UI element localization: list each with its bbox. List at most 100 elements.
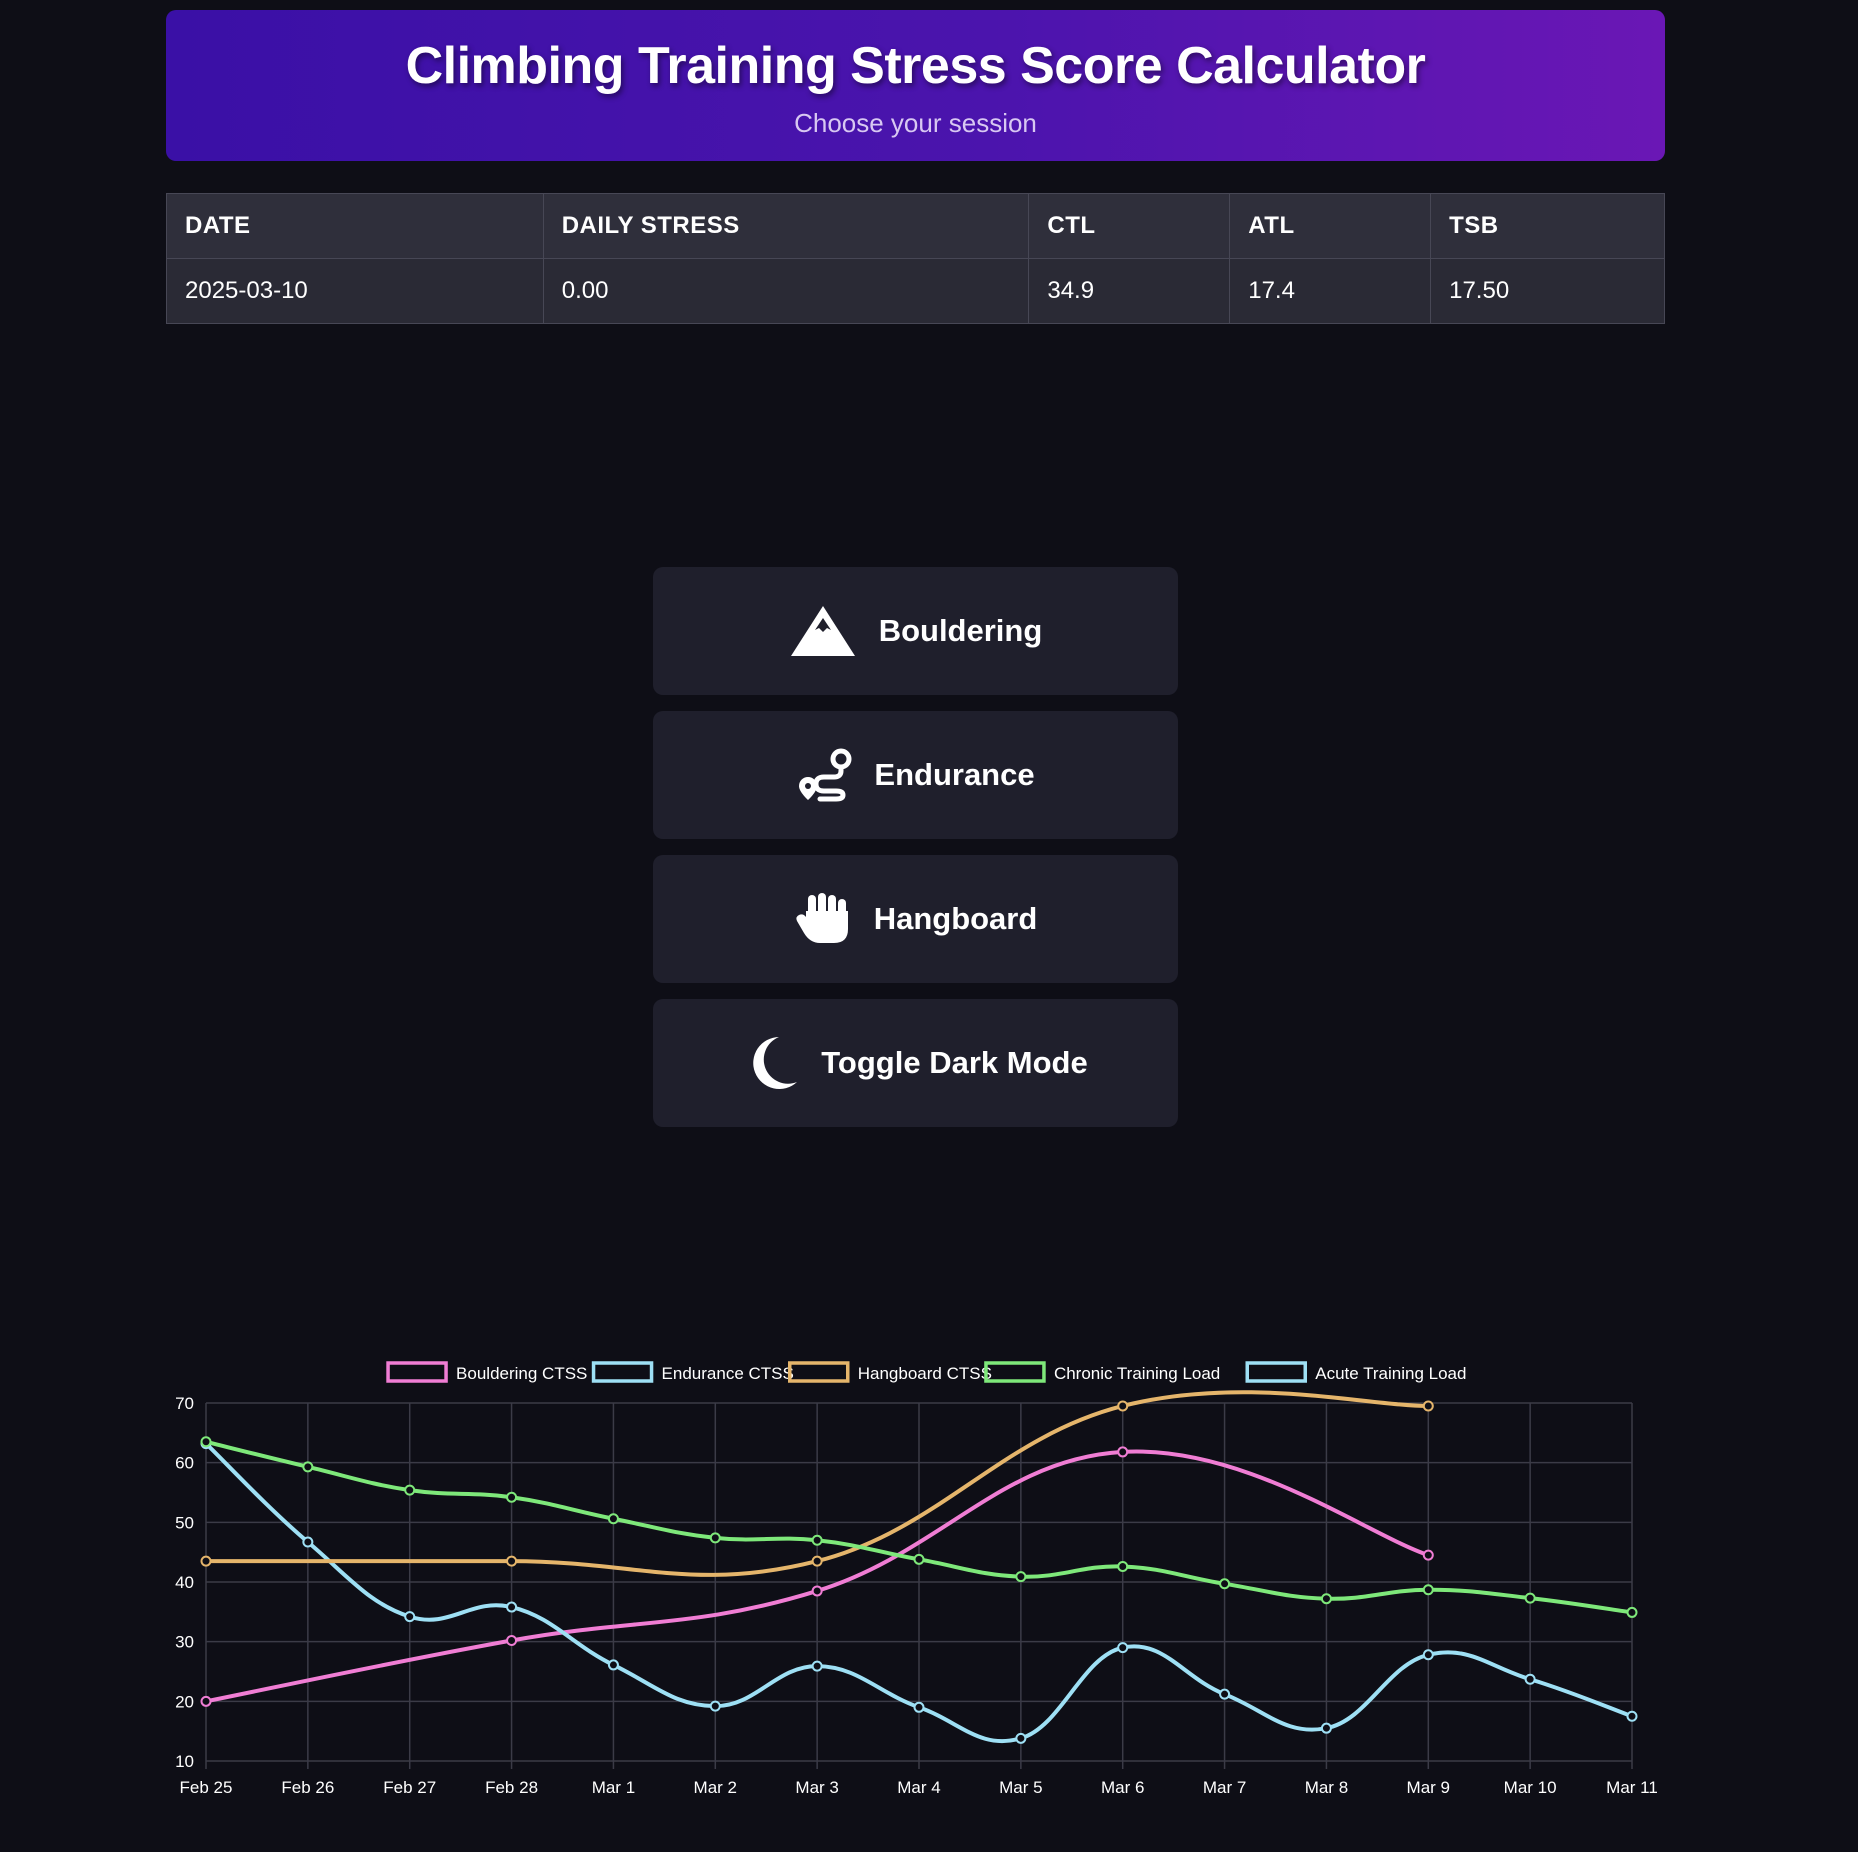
y-tick-label: 40 bbox=[175, 1573, 194, 1592]
session-buttons: Bouldering Endurance Hangboard Toggle Da… bbox=[653, 567, 1178, 1143]
data-point-hangboard-ctss bbox=[1422, 1400, 1434, 1412]
data-point-hangboard-ctss bbox=[811, 1555, 823, 1567]
cell-daily-stress: 0.00 bbox=[542, 258, 1030, 324]
endurance-button[interactable]: Endurance bbox=[653, 711, 1178, 839]
column-header-date: DATE bbox=[166, 193, 544, 259]
data-point-chronic-training-load bbox=[1015, 1571, 1027, 1583]
x-tick-label: Feb 28 bbox=[485, 1778, 538, 1797]
data-point-endurance-ctss bbox=[1117, 1642, 1129, 1654]
column-header-atl: ATL bbox=[1229, 193, 1432, 259]
data-point-chronic-training-load bbox=[709, 1532, 721, 1544]
y-tick-label: 10 bbox=[175, 1752, 194, 1771]
data-point-endurance-ctss bbox=[607, 1659, 619, 1671]
table-header-row: DATE DAILY STRESS CTL ATL TSB bbox=[166, 193, 1665, 259]
app-header: Climbing Training Stress Score Calculato… bbox=[166, 10, 1665, 161]
route-icon bbox=[796, 747, 852, 803]
data-point-hangboard-ctss bbox=[200, 1555, 212, 1567]
data-point-chronic-training-load bbox=[1626, 1606, 1638, 1618]
x-tick-label: Mar 7 bbox=[1203, 1778, 1246, 1797]
x-tick-label: Mar 8 bbox=[1305, 1778, 1348, 1797]
dark-mode-toggle-button[interactable]: Toggle Dark Mode bbox=[653, 999, 1178, 1127]
dark-mode-label: Toggle Dark Mode bbox=[821, 1045, 1088, 1080]
y-tick-label: 60 bbox=[175, 1454, 194, 1473]
x-tick-label: Mar 9 bbox=[1407, 1778, 1450, 1797]
column-header-daily-stress: DAILY STRESS bbox=[542, 193, 1030, 259]
data-point-chronic-training-load bbox=[811, 1534, 823, 1546]
legend-label-chronic-training-load: Chronic Training Load bbox=[1054, 1364, 1220, 1383]
legend-label-acute-training-load: Acute Training Load bbox=[1315, 1364, 1466, 1383]
y-tick-label: 50 bbox=[175, 1513, 194, 1532]
data-point-bouldering-ctss bbox=[1422, 1549, 1434, 1561]
column-header-ctl: CTL bbox=[1028, 193, 1231, 259]
data-point-endurance-ctss bbox=[1015, 1732, 1027, 1744]
x-tick-label: Mar 6 bbox=[1101, 1778, 1144, 1797]
data-point-endurance-ctss bbox=[302, 1536, 314, 1548]
chart-svg: 10 20 30 40 50 60 70 Feb 25 Feb 26 Feb 27 Feb 28 Ma… bbox=[175, 1361, 1658, 1797]
data-point-endurance-ctss bbox=[1626, 1710, 1638, 1722]
x-tick-label: Feb 25 bbox=[180, 1778, 233, 1797]
x-tick-label: Mar 1 bbox=[592, 1778, 635, 1797]
legend-label-endurance-ctss: Endurance CTSS bbox=[662, 1364, 794, 1383]
x-tick-label: Mar 3 bbox=[795, 1778, 838, 1797]
cell-atl: 17.4 bbox=[1229, 258, 1432, 324]
data-point-chronic-training-load bbox=[1219, 1578, 1231, 1590]
cell-tsb: 17.50 bbox=[1430, 258, 1665, 324]
data-point-bouldering-ctss bbox=[1117, 1446, 1129, 1458]
legend-label-bouldering-ctss: Bouldering CTSS bbox=[456, 1364, 587, 1383]
data-point-chronic-training-load bbox=[607, 1513, 619, 1525]
y-tick-label: 30 bbox=[175, 1633, 194, 1652]
data-point-bouldering-ctss bbox=[811, 1585, 823, 1597]
y-tick-label: 20 bbox=[175, 1692, 194, 1711]
cell-date: 2025-03-10 bbox=[166, 258, 544, 324]
bouldering-button[interactable]: Bouldering bbox=[653, 567, 1178, 695]
data-point-bouldering-ctss bbox=[200, 1695, 212, 1707]
x-tick-label: Mar 11 bbox=[1606, 1778, 1658, 1797]
data-point-chronic-training-load bbox=[1422, 1584, 1434, 1596]
legend-swatch-chronic-training-load bbox=[984, 1361, 1046, 1383]
endurance-label: Endurance bbox=[874, 757, 1035, 792]
legend-swatch-acute-training-load bbox=[1245, 1361, 1307, 1383]
data-point-chronic-training-load bbox=[404, 1484, 416, 1496]
data-point-chronic-training-load bbox=[1524, 1592, 1536, 1604]
page-title: Climbing Training Stress Score Calculato… bbox=[405, 37, 1426, 95]
page-subtitle: Choose your session bbox=[794, 108, 1037, 138]
data-point-endurance-ctss bbox=[1219, 1688, 1231, 1700]
data-point-endurance-ctss bbox=[1524, 1673, 1536, 1685]
moon-icon bbox=[743, 1034, 799, 1092]
x-tick-label: Mar 4 bbox=[897, 1778, 940, 1797]
stats-table: DATE DAILY STRESS CTL ATL TSB 2025-03-10… bbox=[166, 193, 1665, 324]
hangboard-label: Hangboard bbox=[873, 901, 1038, 936]
data-point-bouldering-ctss bbox=[506, 1634, 518, 1646]
data-point-chronic-training-load bbox=[302, 1461, 314, 1473]
data-point-endurance-ctss bbox=[913, 1701, 925, 1713]
data-point-hangboard-ctss bbox=[1117, 1400, 1129, 1412]
data-point-endurance-ctss bbox=[811, 1660, 823, 1672]
data-point-endurance-ctss bbox=[709, 1700, 721, 1712]
x-tick-label: Feb 27 bbox=[383, 1778, 436, 1797]
x-tick-label: Mar 5 bbox=[999, 1778, 1042, 1797]
cell-ctl: 34.9 bbox=[1028, 258, 1231, 324]
legend-swatch-hangboard-ctss bbox=[788, 1361, 850, 1383]
data-point-chronic-training-load bbox=[506, 1491, 518, 1503]
data-point-hangboard-ctss bbox=[506, 1555, 518, 1567]
y-tick-label: 70 bbox=[175, 1394, 194, 1413]
legend-label-hangboard-ctss: Hangboard CTSS bbox=[858, 1364, 992, 1383]
hangboard-button[interactable]: Hangboard bbox=[653, 855, 1178, 983]
data-point-endurance-ctss bbox=[506, 1601, 518, 1613]
x-tick-label: Mar 2 bbox=[694, 1778, 737, 1797]
data-point-chronic-training-load bbox=[913, 1553, 925, 1565]
hand-icon bbox=[794, 893, 852, 945]
data-point-chronic-training-load bbox=[200, 1436, 212, 1448]
legend-swatch-bouldering-ctss bbox=[386, 1361, 448, 1383]
data-point-endurance-ctss bbox=[404, 1611, 416, 1623]
column-header-tsb: TSB bbox=[1430, 193, 1665, 259]
training-load-chart: 10 20 30 40 50 60 70 Feb 25 Feb 26 Feb 27 Feb 28 Ma… bbox=[160, 1360, 1680, 1800]
data-point-endurance-ctss bbox=[1320, 1722, 1332, 1734]
x-tick-label: Feb 26 bbox=[281, 1778, 334, 1797]
data-point-chronic-training-load bbox=[1320, 1593, 1332, 1605]
data-point-endurance-ctss bbox=[1422, 1649, 1434, 1661]
data-point-chronic-training-load bbox=[1117, 1560, 1129, 1572]
table-row: 2025-03-10 0.00 34.9 17.4 17.50 bbox=[166, 258, 1665, 324]
legend-swatch-endurance-ctss bbox=[591, 1361, 654, 1383]
mountain-icon bbox=[789, 604, 857, 658]
